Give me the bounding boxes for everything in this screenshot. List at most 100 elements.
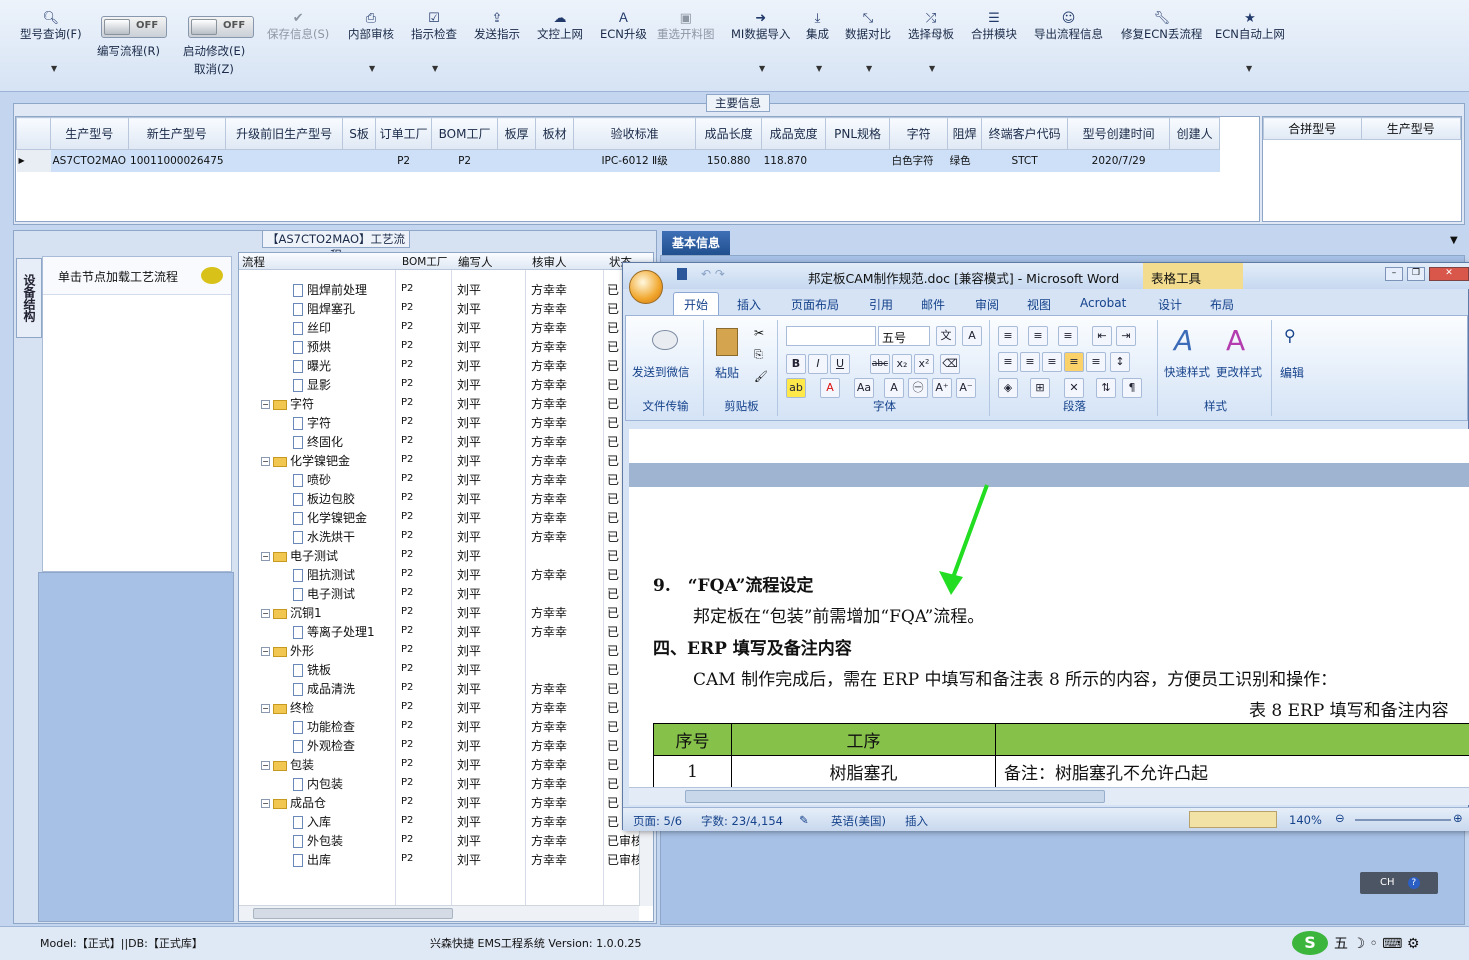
zoom-level[interactable]: 140% <box>1289 813 1322 827</box>
tree-leaf[interactable]: 字符 <box>293 414 331 431</box>
tree-row[interactable]: 阻焊塞孔 P2 刘平 方幸幸 已 <box>239 298 639 317</box>
column-header[interactable]: 升级前旧生产型号 <box>225 117 344 150</box>
tree-row[interactable]: 喷砂 P2 刘平 方幸幸 已 <box>239 469 639 488</box>
repair-ecn-flow-button[interactable]: 🔧︎ 修复ECN丢流程 <box>1121 10 1202 41</box>
column-header[interactable]: PNL规格 <box>825 117 891 150</box>
internal-review-button[interactable]: ⎙ 内部审核 <box>348 10 394 41</box>
strikethrough-icon[interactable]: abc <box>870 354 890 374</box>
phonetic-guide-icon[interactable]: 文 <box>936 326 956 346</box>
quick-styles-button[interactable]: 快速样式 <box>1164 364 1210 380</box>
copy-icon[interactable]: ⎘ <box>754 348 763 362</box>
tab-basic-info[interactable]: 基本信息 <box>662 231 730 255</box>
table-cell[interactable]: 2020/7/29 <box>1067 149 1170 172</box>
word-count[interactable]: 字数: 23/4,154 <box>701 813 783 829</box>
collapse-icon[interactable]: − <box>261 647 270 656</box>
editing-button[interactable]: 编辑 <box>1280 364 1304 381</box>
tree-row[interactable]: 入库 P2 刘平 方幸幸 已 <box>239 811 639 830</box>
grow-font-icon[interactable]: A⁺ <box>932 378 952 398</box>
chevron-down-icon[interactable]: ▼ <box>929 64 935 73</box>
tree-row[interactable]: 丝印 P2 刘平 方幸幸 已 <box>239 317 639 336</box>
align-center-icon[interactable]: ≡ <box>1020 352 1040 372</box>
tree-row[interactable]: − 字符 P2 刘平 方幸幸 已 <box>239 393 639 412</box>
table-cell[interactable]: 序号 <box>653 723 732 756</box>
chevron-down-icon[interactable]: ▼ <box>759 64 765 73</box>
column-header[interactable]: 生产型号 <box>50 117 129 150</box>
collapse-icon[interactable]: − <box>261 552 270 561</box>
tree-folder[interactable]: − 化学镍钯金 <box>261 452 350 469</box>
tree-row[interactable]: 阻焊前处理 P2 刘平 方幸幸 已 <box>239 279 639 298</box>
tree-row[interactable]: 化学镍钯金 P2 刘平 方幸幸 已 <box>239 507 639 526</box>
view-buttons[interactable] <box>1189 811 1277 828</box>
clear-format-icon[interactable]: ⌫ <box>940 354 960 374</box>
enclose-char-icon[interactable]: ㊀ <box>908 378 928 398</box>
tree-leaf[interactable]: 功能检查 <box>293 718 355 735</box>
change-styles-button[interactable]: 更改样式 <box>1216 364 1262 380</box>
tree-row[interactable]: 铣板 P2 刘平 已 <box>239 659 639 678</box>
table-cell[interactable]: P2 <box>431 149 498 172</box>
chevron-down-icon[interactable]: ▼ <box>1246 64 1252 73</box>
tree-row[interactable]: 内包装 P2 刘平 方幸幸 已 <box>239 773 639 792</box>
insert-mode-indicator[interactable]: 插入 <box>905 813 928 829</box>
export-flow-info-button[interactable]: ☺ 导出流程信息 <box>1034 10 1103 41</box>
table-cell[interactable]: P2 <box>375 149 432 172</box>
tree-row[interactable]: 字符 P2 刘平 方幸幸 已 <box>239 412 639 431</box>
tree-leaf[interactable]: 等离子处理1 <box>293 623 375 640</box>
page-indicator[interactable]: 页面: 5/6 <box>633 813 682 829</box>
integrate-button[interactable]: ⤓ 集成 <box>806 10 829 41</box>
table-cell[interactable]: 树脂塞孔 <box>731 755 996 788</box>
tree-row[interactable]: − 终检 P2 刘平 方幸幸 已 <box>239 697 639 716</box>
chevron-down-icon[interactable]: ▼ <box>369 64 375 73</box>
tree-row[interactable]: 水洗烘干 P2 刘平 方幸幸 已 <box>239 526 639 545</box>
column-header[interactable]: 字符 <box>889 117 949 150</box>
tree-leaf[interactable]: 化学镍钯金 <box>293 509 367 526</box>
underline-icon[interactable]: U <box>830 354 850 374</box>
tree-row[interactable]: 显影 P2 刘平 方幸幸 已 <box>239 374 639 393</box>
tab-layout[interactable]: 布局 <box>1210 296 1234 313</box>
chevron-down-icon[interactable]: ▼ <box>432 64 438 73</box>
column-header[interactable]: 新生产型号 <box>127 117 227 150</box>
tree-leaf[interactable]: 铣板 <box>293 661 331 678</box>
font-color-icon[interactable]: A <box>820 378 840 398</box>
paste-button[interactable]: 粘贴 <box>715 364 739 381</box>
column-header[interactable]: 生产型号 <box>1360 117 1461 140</box>
tree-folder[interactable]: − 沉铜1 <box>261 604 322 621</box>
doc-control-online-button[interactable]: ☁ 文控上网 <box>537 10 583 41</box>
tree-leaf[interactable]: 阻焊前处理 <box>293 281 367 298</box>
table-cell[interactable]: AS7CTO2MAO <box>50 149 129 172</box>
column-header[interactable]: 验收标准 <box>573 117 697 150</box>
column-header[interactable]: 板厚 <box>497 117 537 150</box>
table-cell[interactable] <box>825 149 890 172</box>
tree-folder[interactable]: − 包装 <box>261 756 314 773</box>
chevron-down-icon[interactable]: ▼ <box>1450 235 1458 246</box>
asian-layout-icon[interactable]: ✕ <box>1064 378 1084 398</box>
tab-review[interactable]: 审阅 <box>975 296 999 313</box>
horizontal-scrollbar[interactable] <box>629 787 1469 805</box>
tree-row[interactable]: 等离子处理1 P2 刘平 方幸幸 已 <box>239 621 639 640</box>
tree-leaf[interactable]: 出库 <box>293 851 331 868</box>
tree-row[interactable]: 出库 P2 刘平 方幸幸 已审核 <box>239 849 643 868</box>
collapse-icon[interactable]: − <box>261 761 270 770</box>
column-header[interactable]: 合拼型号 <box>1263 117 1362 140</box>
tree-leaf[interactable]: 内包装 <box>293 775 343 792</box>
save-icon[interactable] <box>677 268 687 280</box>
table-cell[interactable] <box>497 149 536 172</box>
table-cell[interactable]: 10011000026475 <box>128 149 226 172</box>
column-header[interactable]: BOM工厂 <box>402 254 447 269</box>
select-motherboard-button[interactable]: ⤮ 选择母板 <box>908 10 954 41</box>
tree-row[interactable]: − 沉铜1 P2 刘平 方幸幸 已 <box>239 602 639 621</box>
column-header[interactable]: S板 <box>342 117 377 150</box>
table-cell[interactable]: STCT <box>981 149 1068 172</box>
tree-folder[interactable]: − 成品仓 <box>261 794 326 811</box>
table-cell[interactable]: 工序 <box>731 723 996 756</box>
ime-tray-icons[interactable]: 五 ☽ ◦ ⌨ ⚙ <box>1334 933 1419 953</box>
ime-indicator[interactable]: CH ? <box>1360 872 1438 894</box>
instruction-check-button[interactable]: ☑ 指示检查 <box>411 10 457 41</box>
mi-data-import-button[interactable]: ➜ MI数据导入 <box>731 10 790 41</box>
tree-folder[interactable]: − 外形 <box>261 642 314 659</box>
collapse-icon[interactable]: − <box>261 400 270 409</box>
tree-leaf[interactable]: 水洗烘干 <box>293 528 355 545</box>
write-flow-toggle[interactable]: OFF <box>101 16 167 38</box>
merge-module-button[interactable]: ☰ 合拼模块 <box>971 10 1017 41</box>
cut-icon[interactable]: ✂ <box>754 326 764 340</box>
chevron-down-icon[interactable]: ▼ <box>51 64 57 73</box>
